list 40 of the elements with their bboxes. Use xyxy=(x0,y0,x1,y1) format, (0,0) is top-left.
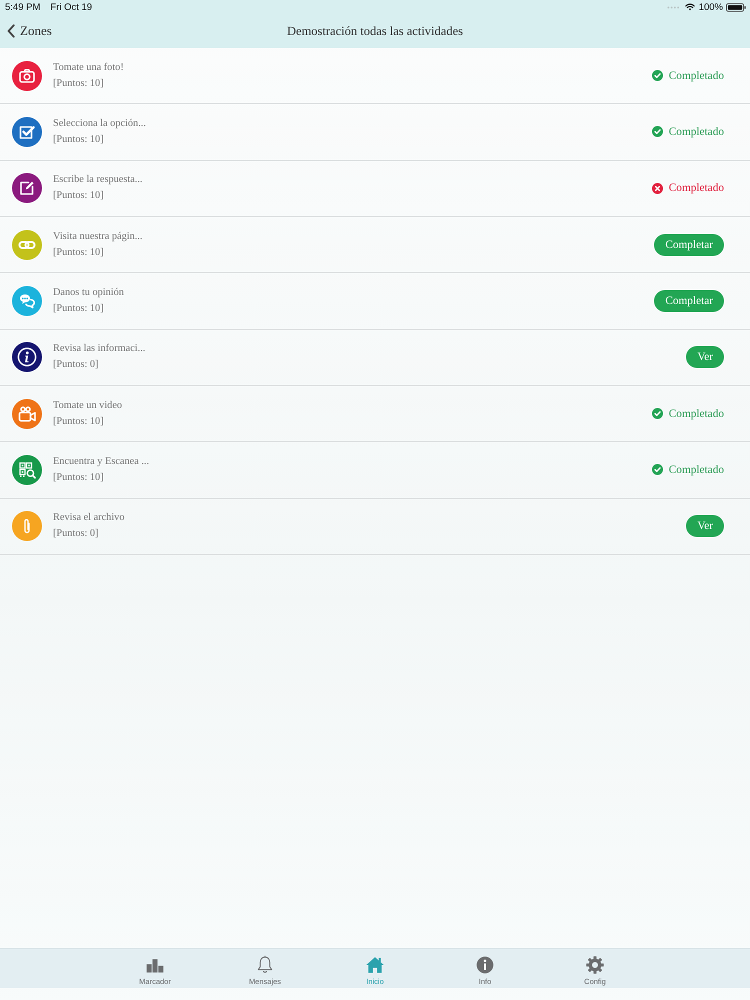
status-label: Completado xyxy=(668,182,724,194)
points-label: [Puntos: 10] xyxy=(53,302,104,316)
action-button[interactable]: Ver xyxy=(686,346,724,368)
points-label: [Puntos: 0] xyxy=(53,527,98,542)
signal-icon xyxy=(666,6,680,8)
status-time: 5:49 PM xyxy=(5,2,40,12)
status-date: Fri Oct 19 xyxy=(50,2,92,12)
points-label: [Puntos: 10] xyxy=(53,414,104,429)
activity-title: Revisa las informaci... xyxy=(53,342,146,356)
points-label: [Puntos: 10] xyxy=(53,76,104,91)
action-button[interactable]: Ver xyxy=(686,515,724,538)
status-label: Completado xyxy=(668,70,724,82)
points-label: [Puntos: 10] xyxy=(53,246,104,260)
activity-title: Selecciona la opción... xyxy=(53,116,146,131)
status-label: Completado xyxy=(668,464,724,476)
activity-title: Tomate una foto! xyxy=(53,60,124,75)
activity-title: Revisa el archivo xyxy=(53,511,124,526)
battery-percent: 100% xyxy=(698,2,723,12)
settings-icon xyxy=(585,955,605,975)
status-label: Completado xyxy=(668,408,724,420)
activity-title: Visita nuestra págin... xyxy=(53,230,142,244)
status-label: Completado xyxy=(668,126,724,138)
action-button[interactable]: Completar xyxy=(654,234,724,256)
points-label: [Puntos: 10] xyxy=(53,132,104,147)
activity-title: Danos tu opinión xyxy=(53,286,124,300)
info-icon xyxy=(475,955,495,975)
points-label: [Puntos: 10] xyxy=(53,189,104,204)
bell-icon xyxy=(255,955,275,975)
page-title: Demostración todas las actividades xyxy=(287,24,463,38)
house-icon xyxy=(365,955,385,975)
battery-icon xyxy=(726,2,746,12)
activity-title: Escribe la respuesta... xyxy=(53,173,142,188)
wifi-icon xyxy=(684,3,695,11)
back-chevron-icon xyxy=(7,24,15,38)
activity-title: Tomate un video xyxy=(53,398,122,413)
back-button[interactable]: Zones xyxy=(0,23,52,39)
activity-title: Encuentra y Escanea ... xyxy=(53,454,150,469)
points-label: [Puntos: 10] xyxy=(53,470,104,485)
points-label: [Puntos: 0] xyxy=(53,358,98,372)
action-button[interactable]: Completar xyxy=(654,290,724,312)
